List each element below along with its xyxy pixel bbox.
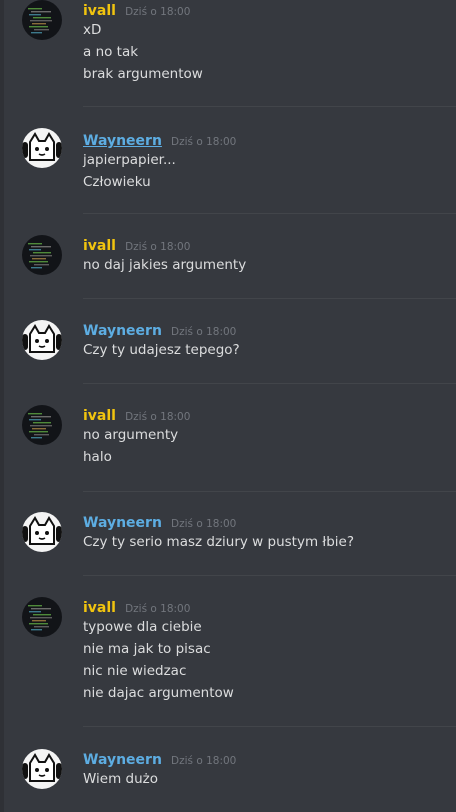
timestamp[interactable]: Dziś o 18:00	[171, 136, 236, 148]
cartoon-cat-avatar-icon	[22, 512, 62, 552]
cartoon-cat-avatar-icon	[22, 128, 62, 168]
timestamp[interactable]: Dziś o 18:00	[171, 755, 236, 767]
message-line[interactable]: Człowieku	[83, 174, 151, 190]
avatar-wayneern[interactable]	[22, 128, 62, 168]
message-header: Wayneern Dziś o 18:00	[83, 749, 236, 768]
code-screen-avatar-icon	[22, 0, 62, 40]
message-header: Wayneern Dziś o 18:00	[83, 130, 236, 149]
avatar-ivall[interactable]	[22, 405, 62, 445]
message-header: Wayneern Dziś o 18:00	[83, 512, 236, 531]
chat-message-list: ivall Dziś o 18:00 xD a no tak brak argu…	[0, 0, 456, 812]
timestamp[interactable]: Dziś o 18:00	[171, 518, 236, 530]
timestamp[interactable]: Dziś o 18:00	[125, 603, 190, 615]
message-divider	[83, 575, 456, 576]
message-divider	[83, 726, 456, 727]
message-line[interactable]: japierpapier...	[83, 152, 176, 168]
message-line[interactable]: Czy ty serio masz dziury w pustym łbie?	[83, 534, 354, 550]
message-divider	[83, 383, 456, 384]
username[interactable]: ivall	[83, 3, 116, 19]
code-screen-avatar-icon	[22, 597, 62, 637]
message-line[interactable]: typowe dla ciebie	[83, 619, 202, 635]
username[interactable]: ivall	[83, 600, 116, 616]
message-line[interactable]: nic nie wiedzac	[83, 663, 186, 679]
message-header: ivall Dziś o 18:00	[83, 597, 190, 616]
message-line[interactable]: a no tak	[83, 44, 138, 60]
timestamp[interactable]: Dziś o 18:00	[125, 241, 190, 253]
message-line[interactable]: no daj jakies argumenty	[83, 257, 246, 273]
message-header: ivall Dziś o 18:00	[83, 235, 190, 254]
timestamp[interactable]: Dziś o 18:00	[125, 411, 190, 423]
avatar-wayneern[interactable]	[22, 320, 62, 360]
username[interactable]: Wayneern	[83, 515, 162, 531]
avatar-wayneern[interactable]	[22, 749, 62, 789]
username[interactable]: Wayneern	[83, 133, 162, 149]
avatar-ivall[interactable]	[22, 0, 62, 40]
message-header: ivall Dziś o 18:00	[83, 0, 190, 19]
timestamp[interactable]: Dziś o 18:00	[125, 6, 190, 18]
avatar-ivall[interactable]	[22, 597, 62, 637]
avatar-ivall[interactable]	[22, 235, 62, 275]
message-divider	[83, 213, 456, 214]
username[interactable]: ivall	[83, 238, 116, 254]
avatar-wayneern[interactable]	[22, 512, 62, 552]
timestamp[interactable]: Dziś o 18:00	[171, 326, 236, 338]
left-rail	[0, 0, 4, 812]
username[interactable]: ivall	[83, 408, 116, 424]
message-divider	[83, 491, 456, 492]
code-screen-avatar-icon	[22, 405, 62, 445]
message-divider	[83, 106, 456, 107]
message-line[interactable]: brak argumentow	[83, 66, 203, 82]
message-line[interactable]: nie ma jak to pisac	[83, 641, 211, 657]
message-line[interactable]: xD	[83, 22, 101, 38]
message-header: Wayneern Dziś o 18:00	[83, 320, 236, 339]
code-screen-avatar-icon	[22, 235, 62, 275]
message-line[interactable]: halo	[83, 449, 112, 465]
cartoon-cat-avatar-icon	[22, 320, 62, 360]
cartoon-cat-avatar-icon	[22, 749, 62, 789]
message-line[interactable]: no argumenty	[83, 427, 178, 443]
username[interactable]: Wayneern	[83, 752, 162, 768]
message-line[interactable]: nie dajac argumentow	[83, 685, 234, 701]
message-line[interactable]: Wiem dużo	[83, 771, 158, 787]
message-header: ivall Dziś o 18:00	[83, 405, 190, 424]
message-divider	[83, 298, 456, 299]
username[interactable]: Wayneern	[83, 323, 162, 339]
message-line[interactable]: Czy ty udajesz tepego?	[83, 342, 240, 358]
